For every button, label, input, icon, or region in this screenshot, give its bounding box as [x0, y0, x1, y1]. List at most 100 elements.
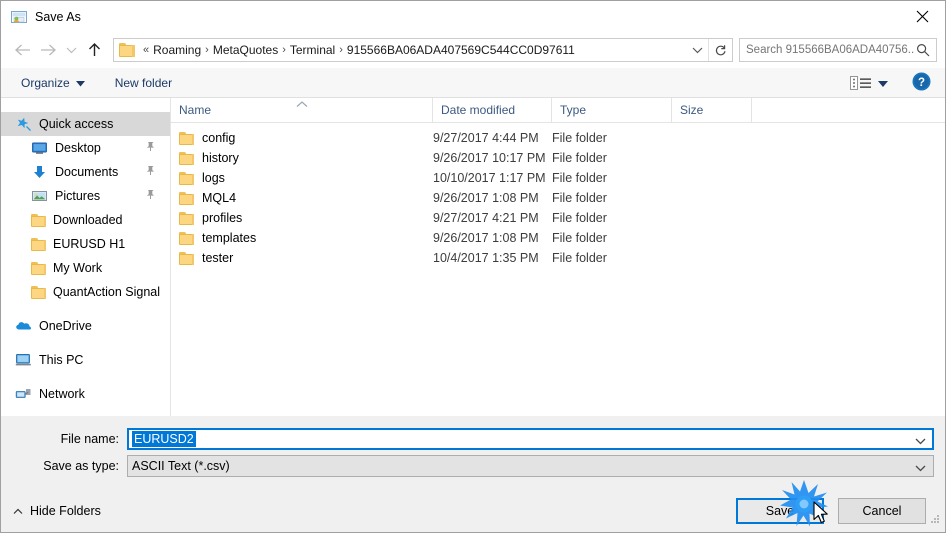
cancel-button[interactable]: Cancel: [838, 497, 926, 524]
this-pc-icon: [15, 352, 32, 368]
title-bar: Save As: [1, 1, 945, 32]
breadcrumb-separator: ›: [339, 44, 343, 56]
search-box[interactable]: [739, 38, 937, 62]
table-row[interactable]: history 9/26/2017 10:17 PM File folder: [171, 148, 945, 168]
organize-button[interactable]: Organize: [15, 69, 91, 97]
folder-icon: [179, 151, 194, 165]
view-options-icon: [850, 75, 872, 91]
new-folder-button[interactable]: New folder: [109, 69, 178, 97]
hide-folders-label: Hide Folders: [30, 503, 101, 518]
save-form: File name: EURUSD2 Save as type: ASCII T…: [1, 416, 945, 489]
sidebar-item-downloaded[interactable]: Downloaded: [1, 208, 170, 232]
column-header-type[interactable]: Type: [552, 97, 672, 123]
up-button[interactable]: [81, 37, 107, 63]
file-date-modified: 10/10/2017 1:17 PM: [433, 171, 546, 185]
documents-download-icon: [31, 164, 48, 180]
sidebar-item-label: This PC: [39, 353, 84, 367]
sidebar-item-label: Downloaded: [53, 213, 123, 227]
chevron-down-icon[interactable]: [688, 39, 706, 61]
column-header-size[interactable]: Size: [672, 97, 752, 123]
column-header-label: Name: [179, 103, 212, 117]
table-row[interactable]: templates 9/26/2017 1:08 PM File folder: [171, 228, 945, 248]
sidebar-item-documents[interactable]: Documents: [1, 160, 170, 184]
file-name-value: EURUSD2: [132, 431, 196, 447]
forward-button[interactable]: [35, 37, 61, 63]
command-toolbar: Organize New folder ?: [1, 68, 945, 98]
sidebar-divider: [1, 372, 170, 382]
table-row[interactable]: tester 10/4/2017 1:35 PM File folder: [171, 248, 945, 268]
table-row[interactable]: logs 10/10/2017 1:17 PM File folder: [171, 168, 945, 188]
file-list-pane: Name Date modified Type Size config 9/27…: [171, 97, 945, 416]
star-pin-icon: [15, 116, 32, 132]
file-type: File folder: [552, 191, 607, 205]
column-header-date-modified[interactable]: Date modified: [433, 97, 552, 123]
chevron-down-icon[interactable]: [915, 434, 926, 448]
table-row[interactable]: config 9/27/2017 4:44 PM File folder: [171, 128, 945, 148]
breadcrumb-item-terminal[interactable]: Terminal: [290, 43, 335, 57]
sidebar-item-label: QuantAction Signal: [53, 285, 161, 299]
folder-icon: [119, 43, 135, 57]
save-as-type-label: Save as type:: [43, 459, 119, 473]
sidebar-item-network[interactable]: Network: [1, 382, 170, 406]
save-button-label: Save: [765, 503, 795, 518]
sidebar-item-onedrive[interactable]: OneDrive: [1, 314, 170, 338]
sidebar-item-eurusd-h1[interactable]: EURUSD H1: [1, 232, 170, 256]
breadcrumb-separator: ›: [282, 44, 286, 56]
help-button[interactable]: ?: [912, 72, 931, 94]
sidebar-item-desktop[interactable]: Desktop: [1, 136, 170, 160]
close-button[interactable]: [899, 1, 945, 32]
sidebar-item-label: OneDrive: [39, 319, 92, 333]
file-date-modified: 9/26/2017 1:08 PM: [433, 231, 539, 245]
breadcrumb-item-roaming[interactable]: Roaming: [153, 43, 201, 57]
file-date-modified: 9/26/2017 1:08 PM: [433, 191, 539, 205]
file-date-modified: 9/27/2017 4:21 PM: [433, 211, 539, 225]
file-type: File folder: [552, 231, 607, 245]
sidebar-item-this-pc[interactable]: This PC: [1, 348, 170, 372]
view-options-button[interactable]: [850, 75, 888, 91]
sidebar-item-quick-access[interactable]: Quick access: [1, 112, 170, 136]
file-name-input[interactable]: EURUSD2: [127, 428, 934, 450]
table-row[interactable]: profiles 9/27/2017 4:21 PM File folder: [171, 208, 945, 228]
navigation-sidebar: Quick access Desktop Documents Pictures …: [1, 98, 171, 416]
onedrive-cloud-icon: [15, 318, 32, 334]
sidebar-item-my-work[interactable]: My Work: [1, 256, 170, 280]
file-name: templates: [202, 231, 257, 245]
pin-icon[interactable]: [145, 189, 156, 203]
table-row[interactable]: MQL4 9/26/2017 1:08 PM File folder: [171, 188, 945, 208]
organize-label: Organize: [21, 75, 70, 90]
breadcrumb-overflow[interactable]: «: [143, 44, 149, 56]
sidebar-item-quantaction-signal[interactable]: QuantAction Signal: [1, 280, 170, 304]
dialog-body: Quick access Desktop Documents Pictures …: [1, 97, 945, 416]
pin-icon[interactable]: [145, 165, 156, 179]
save-button[interactable]: Save: [736, 497, 824, 524]
folder-icon: [31, 261, 46, 275]
chevron-down-icon[interactable]: [915, 461, 926, 475]
new-folder-label: New folder: [114, 75, 173, 90]
resize-grip-icon[interactable]: [929, 513, 941, 528]
folder-icon: [179, 171, 194, 185]
save-as-app-icon: [11, 9, 27, 25]
pin-icon[interactable]: [145, 141, 156, 155]
sidebar-item-pictures[interactable]: Pictures: [1, 184, 170, 208]
column-header-name[interactable]: Name: [171, 97, 433, 123]
address-bar[interactable]: « Roaming › MetaQuotes › Terminal › 9155…: [113, 38, 733, 62]
search-input[interactable]: [746, 44, 914, 56]
breadcrumb-item-metaquotes[interactable]: MetaQuotes: [213, 43, 278, 57]
file-type: File folder: [552, 151, 607, 165]
file-name: config: [202, 131, 236, 145]
folder-icon: [179, 231, 194, 245]
sidebar-item-label: Documents: [55, 165, 119, 179]
save-as-type-select[interactable]: ASCII Text (*.csv): [127, 455, 934, 477]
recent-locations-button[interactable]: [61, 37, 81, 63]
sidebar-item-label: Pictures: [55, 189, 101, 203]
sidebar-item-label: Quick access: [39, 117, 114, 131]
back-button[interactable]: [9, 37, 35, 63]
navigation-bar: « Roaming › MetaQuotes › Terminal › 9155…: [1, 32, 945, 68]
refresh-icon[interactable]: [708, 39, 732, 61]
breadcrumb-separator: ›: [205, 44, 209, 56]
breadcrumb-item-guid[interactable]: 915566BA06ADA407569C544CC0D97611: [347, 43, 575, 57]
save-as-type-value: ASCII Text (*.csv): [132, 459, 230, 473]
file-date-modified: 10/4/2017 1:35 PM: [433, 251, 539, 265]
hide-folders-button[interactable]: Hide Folders: [13, 504, 101, 518]
file-date-modified: 9/26/2017 10:17 PM: [433, 151, 546, 165]
